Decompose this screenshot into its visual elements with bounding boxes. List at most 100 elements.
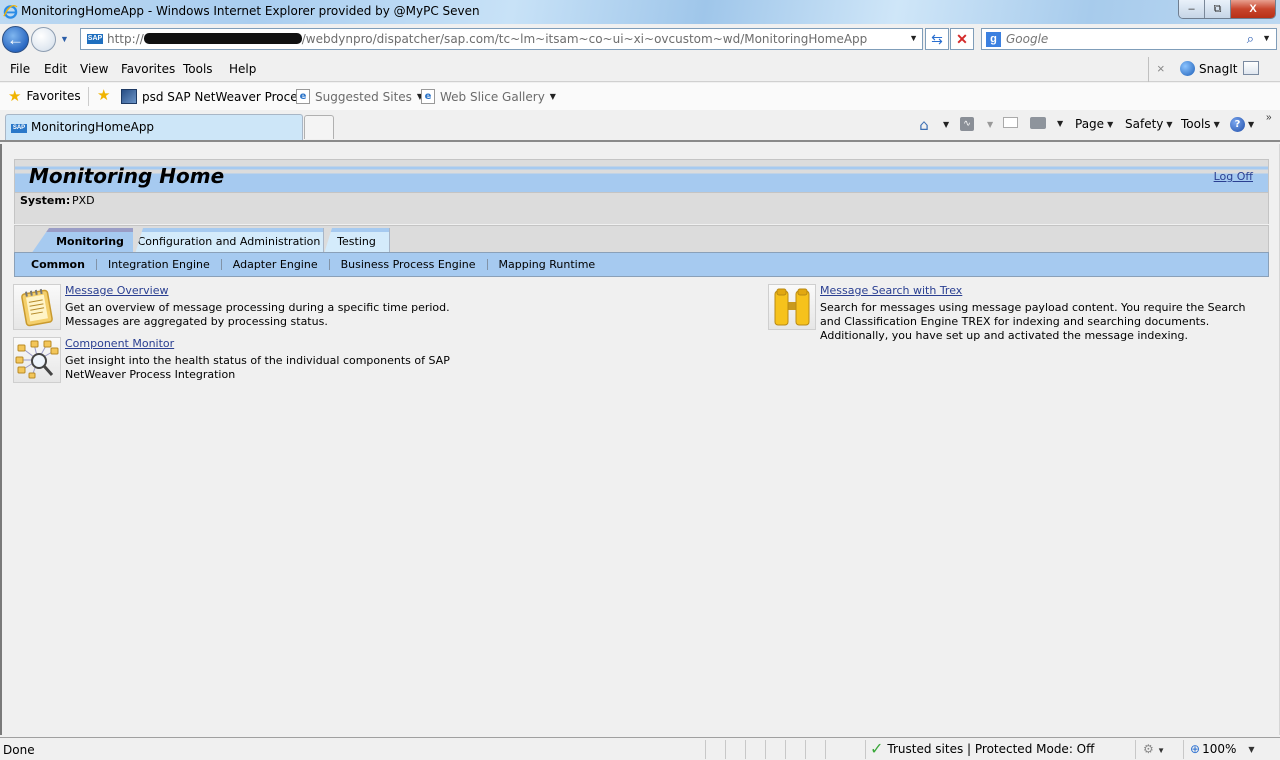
address-dropdown-icon[interactable]: ▼ bbox=[909, 33, 918, 43]
subnav-integration-engine[interactable]: Integration Engine bbox=[108, 258, 210, 271]
feeds-button[interactable]: ∿ ▼ bbox=[960, 117, 993, 131]
restore-button[interactable]: ⧉ bbox=[1205, 0, 1231, 18]
sub-navigation: Common Integration Engine Adapter Engine… bbox=[14, 252, 1269, 277]
home-button[interactable]: ⌂ ▼ bbox=[916, 115, 949, 134]
notepad-icon[interactable] bbox=[13, 284, 61, 330]
component-monitor-description: Get insight into the health status of th… bbox=[65, 354, 450, 381]
snagit-label: SnagIt bbox=[1199, 61, 1238, 76]
tools-menu[interactable]: Tools ▼ bbox=[1181, 117, 1220, 131]
tab-testing[interactable]: Testing bbox=[324, 228, 390, 254]
tab-label: Configuration and Administration bbox=[137, 234, 321, 248]
message-overview-link[interactable]: Message Overview bbox=[65, 284, 169, 297]
tile-message-overview: Message Overview Get an overview of mess… bbox=[13, 284, 503, 334]
tab-label: Testing bbox=[337, 234, 376, 248]
browser-tab-active[interactable]: SAP MonitoringHomeApp bbox=[5, 114, 303, 140]
checkmark-icon: ✓ bbox=[870, 739, 884, 758]
menu-divider bbox=[1148, 57, 1149, 82]
zoom-level-control[interactable]: ⊕ 100% ▼ bbox=[1190, 742, 1255, 756]
sap-favicon-icon: SAP bbox=[11, 124, 27, 133]
ie-page-icon: e bbox=[421, 89, 435, 104]
status-divider bbox=[805, 740, 806, 759]
chevron-down-icon: ▼ bbox=[1166, 119, 1173, 129]
popup-blocker-icon[interactable]: ⚙ ▼ bbox=[1143, 742, 1165, 756]
favorite-suggested-sites[interactable]: e Suggested Sites ▼ bbox=[296, 89, 423, 104]
address-bar[interactable]: SAP http:// /webdynpro/dispatcher/sap.com… bbox=[80, 28, 923, 50]
favorites-button[interactable]: ★ Favorites bbox=[8, 89, 81, 104]
security-zone[interactable]: ✓ Trusted sites | Protected Mode: Off bbox=[870, 739, 1095, 758]
search-input[interactable] bbox=[1006, 31, 1236, 47]
url-path: /webdynpro/dispatcher/sap.com/tc~lm~itsa… bbox=[301, 32, 868, 46]
close-button[interactable]: X bbox=[1231, 0, 1275, 18]
tab-configuration-and-administration[interactable]: Configuration and Administration bbox=[135, 228, 324, 254]
snagit-options-icon[interactable] bbox=[1243, 61, 1259, 75]
favorite-link-psd[interactable]: psd SAP NetWeaver Proce... bbox=[121, 89, 309, 104]
menu-file[interactable]: File bbox=[10, 62, 30, 76]
menu-view[interactable]: View bbox=[80, 62, 108, 76]
chevron-down-icon[interactable]: ▼ bbox=[943, 120, 949, 129]
minimize-button[interactable]: – bbox=[1179, 0, 1205, 18]
menu-help[interactable]: Help bbox=[229, 62, 256, 76]
add-to-favorites-bar-button[interactable]: ★ bbox=[97, 88, 110, 103]
url-prefix: http:// bbox=[107, 32, 144, 46]
recent-pages-dropdown[interactable]: ▼ bbox=[60, 34, 69, 44]
back-button[interactable]: ← bbox=[2, 26, 29, 53]
chevron-down-icon: ▼ bbox=[1248, 744, 1255, 754]
favorites-label: Favorites bbox=[26, 89, 81, 103]
menu-tools[interactable]: Tools bbox=[183, 62, 213, 76]
help-icon: ? bbox=[1230, 117, 1245, 132]
chevron-down-icon: ▼ bbox=[1248, 120, 1255, 129]
navigation-bar: ← ▼ SAP http:// /webdynpro/dispatcher/sap… bbox=[0, 24, 1280, 55]
system-label: System: bbox=[20, 194, 71, 207]
page-title: Monitoring Home bbox=[29, 164, 225, 188]
search-icon[interactable]: ⌕ bbox=[1247, 31, 1254, 47]
tab-label: Monitoring bbox=[56, 234, 124, 248]
zoom-level: 100% bbox=[1202, 742, 1237, 756]
chevron-down-icon[interactable]: ▼ bbox=[1057, 119, 1063, 128]
search-options-dropdown[interactable]: ▼ bbox=[1262, 33, 1271, 43]
component-monitor-link[interactable]: Component Monitor bbox=[65, 337, 174, 350]
menu-edit[interactable]: Edit bbox=[44, 62, 67, 76]
refresh-button[interactable]: ⇆ bbox=[925, 28, 949, 50]
close-toolbar-icon[interactable]: × bbox=[1157, 61, 1165, 76]
address-url[interactable]: http:// /webdynpro/dispatcher/sap.com/tc~… bbox=[107, 32, 867, 46]
status-divider bbox=[785, 740, 786, 759]
forward-button[interactable] bbox=[31, 27, 56, 52]
chevron-down-icon[interactable]: ▼ bbox=[987, 120, 993, 129]
network-magnifier-icon[interactable] bbox=[13, 337, 61, 383]
security-zone-label: Trusted sites | Protected Mode: Off bbox=[887, 742, 1095, 756]
subnav-business-process-engine[interactable]: Business Process Engine bbox=[341, 258, 476, 271]
subnav-mapping-runtime[interactable]: Mapping Runtime bbox=[499, 258, 596, 271]
tab-row: SAP MonitoringHomeApp ⌂ ▼ ∿ ▼ ▼ Page ▼ S… bbox=[0, 110, 1280, 142]
print-button[interactable]: ▼ bbox=[1030, 117, 1063, 129]
system-info-bar: System: PXD bbox=[14, 193, 1269, 224]
more-commands-icon[interactable]: » bbox=[1266, 112, 1272, 123]
new-tab-button[interactable] bbox=[304, 115, 334, 139]
chevron-down-icon: ▼ bbox=[1213, 119, 1220, 129]
status-text: Done bbox=[3, 743, 35, 757]
subnav-adapter-engine[interactable]: Adapter Engine bbox=[233, 258, 318, 271]
chevron-down-icon: ▼ bbox=[1157, 746, 1166, 755]
help-menu[interactable]: ? ▼ bbox=[1230, 117, 1254, 132]
menu-favorites[interactable]: Favorites bbox=[121, 62, 175, 76]
safety-menu-label: Safety bbox=[1125, 117, 1164, 131]
favorite-web-slice-gallery[interactable]: e Web Slice Gallery ▼ bbox=[421, 89, 556, 104]
page-menu[interactable]: Page ▼ bbox=[1075, 117, 1113, 131]
binoculars-icon[interactable] bbox=[768, 284, 816, 330]
stop-button[interactable]: ✕ bbox=[950, 28, 974, 50]
log-off-link[interactable]: Log Off bbox=[1214, 170, 1253, 183]
message-search-trex-link[interactable]: Message Search with Trex bbox=[820, 284, 962, 297]
subnav-common[interactable]: Common bbox=[31, 258, 85, 271]
read-mail-button[interactable] bbox=[1003, 117, 1018, 128]
message-search-trex-description: Search for messages using message payloa… bbox=[820, 301, 1246, 342]
home-icon: ⌂ bbox=[919, 115, 929, 134]
zoom-magnifier-icon: ⊕ bbox=[1190, 742, 1201, 756]
snagit-button[interactable]: SnagIt bbox=[1180, 61, 1237, 76]
status-divider bbox=[1183, 740, 1184, 759]
tab-monitoring[interactable]: Monitoring bbox=[31, 228, 133, 254]
status-divider bbox=[1135, 740, 1136, 759]
safety-menu[interactable]: Safety ▼ bbox=[1125, 117, 1173, 131]
search-box: g ⌕ ▼ bbox=[981, 28, 1277, 50]
snagit-icon bbox=[1180, 61, 1195, 76]
refresh-icon: ⇆ bbox=[931, 30, 943, 47]
tile-message-search-trex: Message Search with Trex Search for mess… bbox=[768, 284, 1263, 348]
